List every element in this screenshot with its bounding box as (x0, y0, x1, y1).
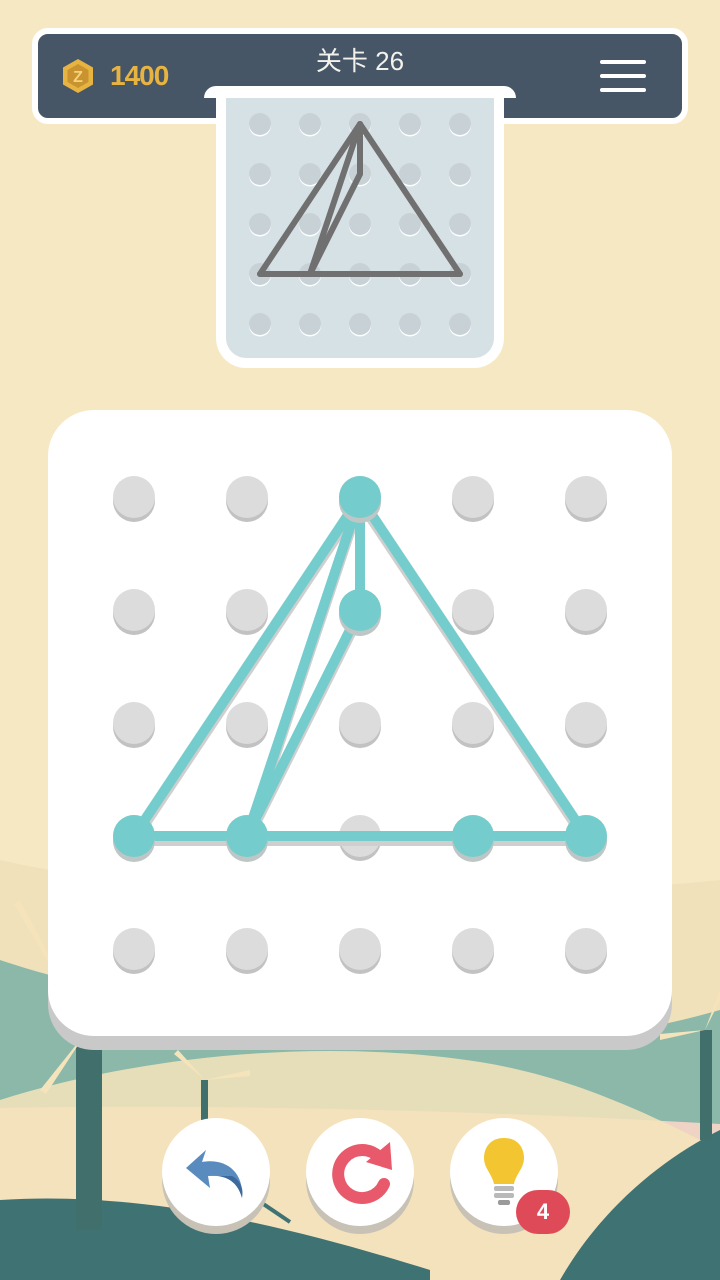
peg[interactable] (565, 928, 607, 970)
peg[interactable] (565, 476, 607, 518)
peg[interactable] (226, 476, 268, 518)
menu-button[interactable] (598, 58, 648, 94)
peg[interactable] (452, 589, 494, 631)
peg[interactable] (452, 702, 494, 744)
peg[interactable] (565, 702, 607, 744)
target-line (307, 121, 363, 277)
preview-peg (399, 213, 421, 235)
active-peg[interactable] (339, 589, 381, 631)
preview-peg (399, 163, 421, 185)
preview-peg (299, 313, 321, 335)
preview-peg (249, 313, 271, 335)
peg[interactable] (452, 928, 494, 970)
preview-peg (249, 163, 271, 185)
peg[interactable] (113, 702, 155, 744)
preview-peg (349, 213, 371, 235)
preview-peg (249, 213, 271, 235)
coin-icon: Z (60, 58, 96, 94)
preview-peg (249, 113, 271, 135)
drawn-line (242, 492, 365, 841)
active-peg[interactable] (452, 815, 494, 857)
peg[interactable] (339, 702, 381, 744)
undo-arrow-icon (186, 1150, 243, 1198)
target-shape-preview (249, 113, 471, 337)
peg[interactable] (452, 476, 494, 518)
restart-icon (332, 1142, 392, 1205)
preview-peg (399, 313, 421, 335)
preview-peg (449, 213, 471, 235)
drawn-line (129, 492, 365, 841)
coin-count: 1400 (110, 60, 169, 91)
preview-peg (399, 113, 421, 135)
active-peg[interactable] (565, 815, 607, 857)
active-peg[interactable] (113, 815, 155, 857)
preview-peg (299, 163, 321, 185)
preview-peg (299, 113, 321, 135)
peg[interactable] (113, 589, 155, 631)
peg[interactable] (565, 589, 607, 631)
drawn-line (355, 492, 591, 841)
preview-peg (449, 313, 471, 335)
peg[interactable] (226, 702, 268, 744)
hamburger-menu-icon (600, 60, 646, 64)
undo-button[interactable] (162, 1118, 270, 1234)
peg[interactable] (113, 928, 155, 970)
level-title: 关卡 26 (315, 46, 405, 76)
preview-peg (299, 213, 321, 235)
peg[interactable] (339, 928, 381, 970)
restart-button[interactable] (306, 1118, 414, 1234)
peg[interactable] (113, 476, 155, 518)
preview-peg (449, 113, 471, 135)
peg-grid[interactable] (48, 410, 672, 1050)
preview-peg (349, 313, 371, 335)
active-peg[interactable] (339, 476, 381, 518)
peg[interactable] (226, 928, 268, 970)
peg[interactable] (226, 589, 268, 631)
active-peg[interactable] (226, 815, 268, 857)
hint-count-badge: 4 (516, 1190, 570, 1234)
svg-text:Z: Z (73, 69, 83, 86)
preview-peg (449, 163, 471, 185)
target-line (357, 121, 463, 277)
